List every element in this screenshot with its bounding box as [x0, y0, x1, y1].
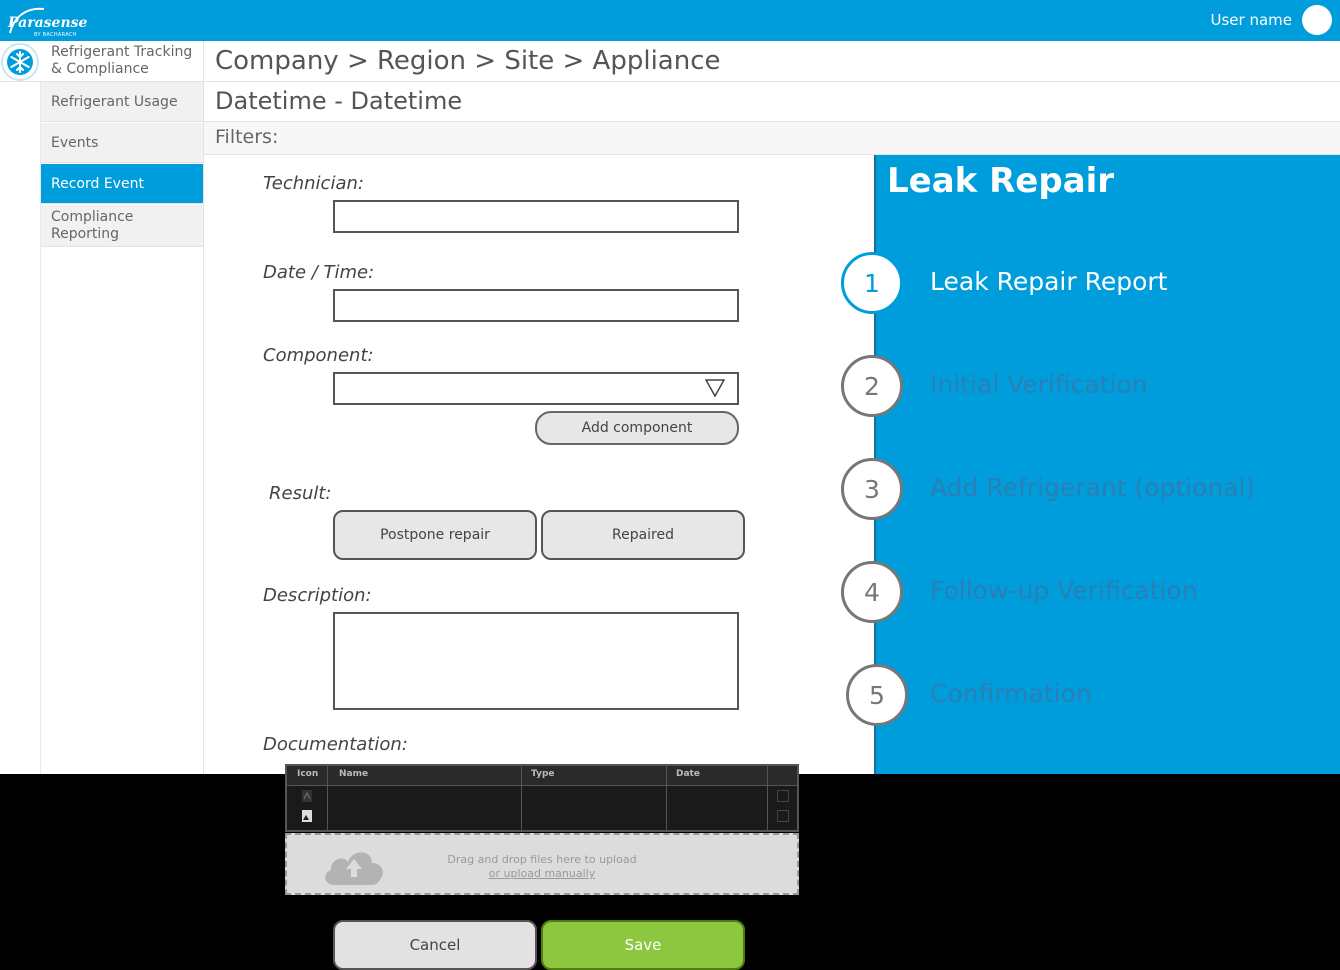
- step-1-label[interactable]: Leak Repair Report: [930, 267, 1167, 296]
- app-title-line1: Refrigerant Tracking: [51, 44, 193, 60]
- wizard-title: Leak Repair: [887, 161, 1115, 201]
- sidebar-item-label: Reporting: [51, 225, 120, 242]
- datetime-input[interactable]: [333, 289, 739, 322]
- edit-icon[interactable]: [777, 810, 789, 822]
- repaired-button[interactable]: Repaired: [541, 510, 745, 560]
- step-5-label[interactable]: Confirmation: [930, 679, 1092, 708]
- sidebar-item-events[interactable]: Events: [41, 123, 203, 163]
- app-title: Refrigerant Tracking & Compliance: [51, 44, 192, 78]
- table-row[interactable]: [287, 788, 797, 808]
- step-2-circle[interactable]: 2: [841, 355, 903, 417]
- column-header-icon: Icon: [297, 769, 319, 779]
- cloud-upload-icon: [325, 852, 383, 885]
- app-title-line2: & Compliance: [51, 61, 149, 77]
- documentation-label: Documentation:: [263, 734, 408, 755]
- sidebar-rail: [0, 82, 41, 774]
- breadcrumb[interactable]: Company > Region > Site > Appliance: [204, 41, 1340, 82]
- sidebar-item-label: Record Event: [51, 175, 144, 192]
- top-bar: Parasense BY BACHARACH User name: [0, 0, 1340, 41]
- logo-text: Parasense: [8, 15, 88, 31]
- step-2-label[interactable]: Initial Verification: [930, 370, 1148, 399]
- description-label: Description:: [263, 585, 372, 606]
- avatar[interactable]: [1302, 5, 1332, 35]
- documents-table[interactable]: Icon Name Type Date: [285, 764, 799, 832]
- datetime-label: Date / Time:: [263, 262, 375, 283]
- sidebar-item-record-event[interactable]: Record Event: [41, 164, 203, 204]
- technician-input[interactable]: [333, 200, 739, 233]
- sidebar-item-compliance-reporting[interactable]: Compliance Reporting: [41, 205, 203, 247]
- pdf-file-icon: [302, 790, 312, 802]
- column-header-name[interactable]: Name: [339, 769, 368, 779]
- step-4-label[interactable]: Follow-up Verification: [930, 576, 1198, 605]
- column-header-date[interactable]: Date: [676, 769, 700, 779]
- date-range[interactable]: Datetime - Datetime: [204, 82, 1340, 122]
- step-4-circle[interactable]: 4: [841, 561, 903, 623]
- upload-hint: Drag and drop files here to upload: [447, 853, 637, 866]
- parasense-logo[interactable]: Parasense BY BACHARACH: [4, 3, 88, 39]
- add-component-button[interactable]: Add component: [535, 411, 739, 445]
- description-textarea[interactable]: [333, 612, 739, 710]
- column-header-type[interactable]: Type: [531, 769, 554, 779]
- triangle-down-icon: [705, 379, 725, 397]
- step-3-circle[interactable]: 3: [841, 458, 903, 520]
- sidebar-item-label: Compliance: [51, 208, 134, 225]
- technician-label: Technician:: [263, 173, 364, 194]
- result-label: Result:: [269, 483, 332, 504]
- upload-manually-link[interactable]: or upload manually: [407, 867, 677, 881]
- step-1-circle[interactable]: 1: [841, 252, 903, 314]
- snowflake-icon: [1, 43, 39, 81]
- step-3-label[interactable]: Add Refrigerant (optional): [930, 473, 1255, 502]
- upload-dropzone[interactable]: Drag and drop files here to upload or up…: [285, 833, 799, 895]
- image-file-icon: [302, 810, 312, 822]
- upload-instructions: Drag and drop files here to upload or up…: [407, 853, 677, 881]
- app-header[interactable]: Refrigerant Tracking & Compliance: [0, 41, 204, 82]
- postpone-repair-button[interactable]: Postpone repair: [333, 510, 537, 560]
- table-row[interactable]: [287, 808, 797, 828]
- edit-icon[interactable]: [777, 790, 789, 802]
- sidebar-item-label: Events: [51, 134, 99, 151]
- component-select[interactable]: [333, 372, 739, 405]
- sidebar-item-label: Refrigerant Usage: [51, 93, 178, 110]
- filters-bar[interactable]: Filters:: [204, 122, 1340, 155]
- cancel-button[interactable]: Cancel: [333, 920, 537, 970]
- user-name[interactable]: User name: [1211, 11, 1293, 29]
- logo-subtext: BY BACHARACH: [34, 32, 77, 38]
- component-label: Component:: [263, 345, 374, 366]
- save-button[interactable]: Save: [541, 920, 745, 970]
- step-5-circle[interactable]: 5: [846, 664, 908, 726]
- documents-table-header: Icon Name Type Date: [287, 766, 797, 786]
- sidebar-item-refrigerant-usage[interactable]: Refrigerant Usage: [41, 82, 203, 122]
